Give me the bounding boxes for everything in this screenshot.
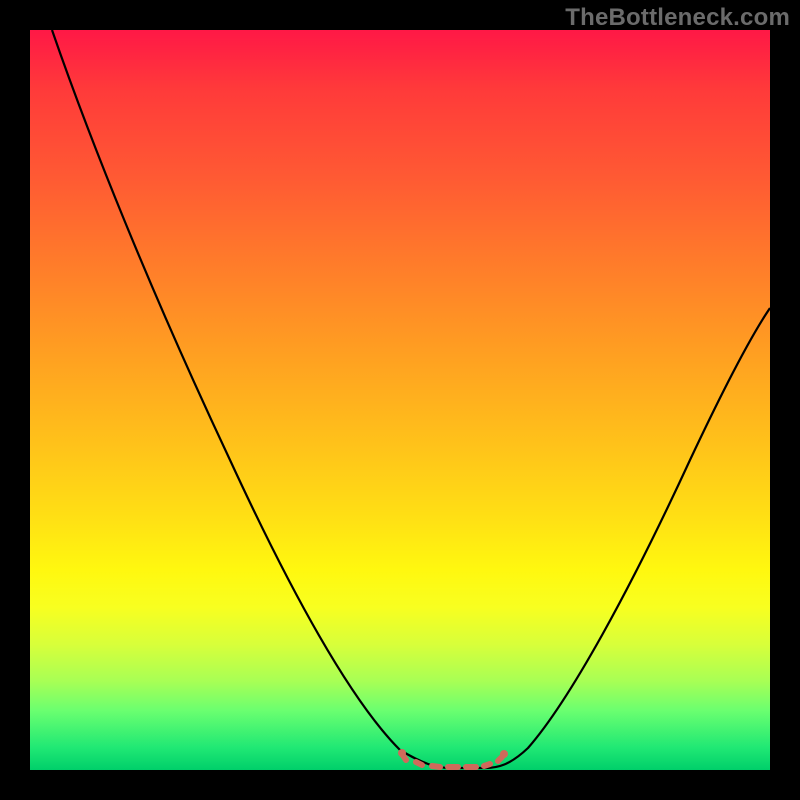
flat-bottom-endpoints (398, 749, 508, 758)
chart-frame: TheBottleneck.com (0, 0, 800, 800)
flat-bottom-markers (402, 754, 502, 767)
plot-area (30, 30, 770, 770)
watermark-text: TheBottleneck.com (565, 4, 790, 32)
curve-svg (30, 30, 770, 770)
bottleneck-curve (52, 30, 770, 768)
